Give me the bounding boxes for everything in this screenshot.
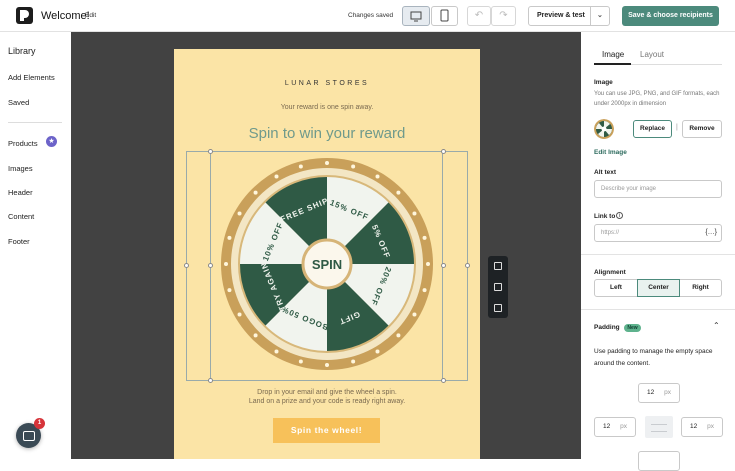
sidebar-item-add-elements[interactable]: Add Elements — [8, 73, 55, 82]
padding-left-input[interactable]: 12 px — [594, 417, 636, 437]
link-to-label: Link to — [594, 213, 616, 220]
desktop-icon — [410, 11, 422, 22]
resize-handle[interactable] — [208, 263, 213, 268]
edit-title-link[interactable]: Edit — [85, 12, 96, 19]
email-description[interactable]: Drop in your email and give the wheel a … — [174, 388, 480, 406]
resize-handle[interactable] — [208, 378, 213, 383]
library-sidebar: Library Add Elements Saved Products ★ Im… — [0, 32, 71, 459]
sidebar-item-footer[interactable]: Footer — [8, 237, 30, 246]
resize-handle[interactable] — [208, 149, 213, 154]
sidebar-item-images[interactable]: Images — [8, 164, 33, 173]
duplicate-icon[interactable] — [494, 283, 502, 291]
undo-button[interactable]: ↶ — [467, 6, 491, 26]
sidebar-item-saved[interactable]: Saved — [8, 98, 29, 107]
spin-wheel-button[interactable]: Spin the wheel! — [273, 418, 380, 443]
delete-icon[interactable] — [494, 262, 502, 270]
desktop-view-button[interactable] — [402, 6, 430, 26]
resize-handle[interactable] — [465, 263, 470, 268]
block-toolbar — [488, 256, 508, 318]
align-left-button[interactable]: Left — [594, 279, 638, 297]
chevron-up-icon[interactable]: ⌃ — [713, 321, 720, 330]
preview-label: Preview & test — [537, 12, 585, 19]
resize-handle[interactable] — [441, 263, 446, 268]
preview-test-button[interactable]: Preview & test ⌄ — [528, 6, 610, 26]
properties-panel: Image Layout Image You can use JPG, PNG,… — [581, 32, 735, 471]
selected-image-outline — [210, 151, 443, 381]
save-block-icon[interactable] — [494, 304, 502, 312]
link-url-input[interactable]: https:// {…} — [594, 224, 722, 242]
alignment-label: Alignment — [594, 269, 626, 276]
alt-text-input[interactable]: Describe your image — [594, 180, 722, 198]
email-headline[interactable]: Spin to win your reward — [174, 125, 480, 142]
padding-label: Padding — [594, 324, 620, 331]
chat-notification-badge: 1 — [34, 418, 45, 429]
chevron-down-icon[interactable]: ⌄ — [597, 7, 603, 25]
page-title: Welcome! — [41, 10, 90, 22]
padding-top-input[interactable]: 12 px — [638, 383, 680, 403]
resize-handle[interactable] — [441, 149, 446, 154]
mobile-view-button[interactable] — [431, 6, 458, 26]
sidebar-item-products[interactable]: Products — [8, 139, 38, 148]
top-bar: Welcome! Edit Changes saved ↶ ↷ Preview … — [0, 0, 735, 32]
align-right-button[interactable]: Right — [679, 279, 722, 297]
tab-image[interactable]: Image — [602, 50, 624, 59]
padding-right-input[interactable]: 12 px — [681, 417, 723, 437]
save-choose-recipients-button[interactable]: Save & choose recipients — [622, 6, 719, 26]
save-status: Changes saved — [348, 12, 394, 19]
padding-bottom-input[interactable] — [638, 451, 680, 471]
alt-text-label: Alt text — [594, 169, 617, 176]
resize-handle[interactable] — [184, 263, 189, 268]
mobile-icon — [440, 9, 449, 22]
image-format-hint: You can use JPG, PNG, and GIF formats, e… — [594, 91, 720, 107]
star-icon: ★ — [46, 136, 57, 147]
merge-tag-icon[interactable]: {…} — [705, 225, 717, 241]
redo-button[interactable]: ↷ — [491, 6, 516, 26]
image-thumbnail — [594, 119, 614, 139]
app-logo-icon — [16, 7, 33, 24]
info-icon[interactable]: i — [616, 212, 623, 219]
remove-image-button[interactable]: Remove — [682, 120, 722, 138]
padding-preview-icon — [645, 416, 673, 438]
new-badge: New — [624, 324, 641, 332]
padding-hint: Use padding to manage the empty space ar… — [594, 348, 713, 367]
sidebar-item-content[interactable]: Content — [8, 212, 34, 221]
library-heading: Library — [8, 46, 36, 56]
resize-handle[interactable] — [441, 378, 446, 383]
align-center-button[interactable]: Center — [637, 279, 680, 297]
undo-icon: ↶ — [474, 10, 484, 21]
reward-text[interactable]: Your reward is one spin away. — [174, 104, 480, 111]
tab-layout[interactable]: Layout — [640, 50, 664, 59]
image-section-title: Image — [594, 79, 613, 86]
edit-image-link[interactable]: Edit Image — [594, 149, 627, 156]
replace-image-button[interactable]: Replace — [633, 120, 672, 138]
brand-name[interactable]: LUNAR STORES — [174, 80, 480, 87]
sidebar-item-header[interactable]: Header — [8, 188, 33, 197]
redo-icon: ↷ — [499, 10, 508, 21]
